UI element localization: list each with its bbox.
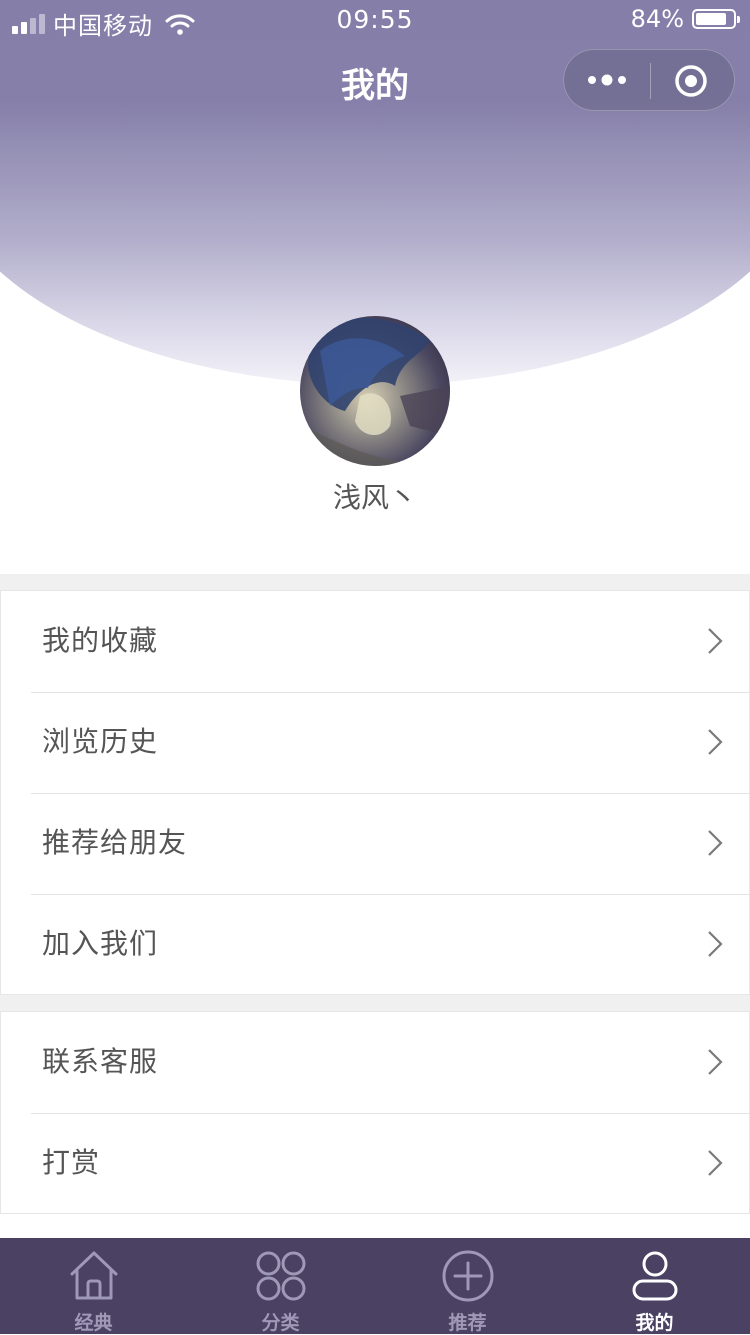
menu-item-label: 我的收藏	[42, 624, 159, 657]
target-circle-icon[interactable]	[674, 64, 708, 98]
menu-group-1: 我的收藏 浏览历史 推荐给朋友 加入我们	[0, 590, 750, 995]
menu-item-history[interactable]: 浏览历史	[1, 692, 749, 793]
menu-item-favorites[interactable]: 我的收藏	[1, 591, 749, 692]
menu-item-label: 加入我们	[42, 927, 159, 960]
menu-item-join-us[interactable]: 加入我们	[1, 894, 749, 995]
avatar-image	[300, 316, 450, 466]
tab-label: 我的	[635, 1312, 674, 1334]
tab-label: 经典	[74, 1312, 113, 1334]
grid-icon	[256, 1251, 305, 1301]
username: 浅风丶	[332, 481, 417, 514]
chevron-right-icon	[708, 1150, 723, 1176]
menu-item-label: 打赏	[42, 1146, 101, 1179]
menu-item-recommend-friend[interactable]: 推荐给朋友	[1, 793, 749, 894]
avatar[interactable]	[300, 316, 450, 466]
tab-recommend[interactable]: 推荐	[374, 1238, 561, 1334]
chevron-right-icon	[708, 729, 723, 755]
more-dots-icon[interactable]	[586, 69, 628, 91]
tab-label: 推荐	[448, 1312, 487, 1334]
battery-fill	[696, 13, 726, 25]
plus-circle-icon	[442, 1250, 493, 1302]
chevron-right-icon	[708, 628, 723, 654]
battery-icon	[692, 9, 740, 29]
menu-item-tip[interactable]: 打赏	[1, 1113, 749, 1214]
menu-item-label: 推荐给朋友	[42, 826, 188, 859]
tab-category[interactable]: 分类	[187, 1238, 374, 1334]
battery-cap	[737, 16, 740, 23]
user-icon	[632, 1251, 677, 1301]
menu-group-2: 联系客服 打赏	[0, 1011, 750, 1214]
tab-classic[interactable]: 经典	[0, 1238, 187, 1334]
chevron-right-icon	[708, 830, 723, 856]
section-divider	[0, 574, 750, 590]
tab-mine[interactable]: 我的	[561, 1238, 748, 1334]
chevron-right-icon	[708, 1049, 723, 1075]
tab-bar: 经典 分类 推荐 我的	[0, 1238, 750, 1334]
status-bar: 中国移动 09:55 84%	[0, 0, 750, 40]
menu-item-label: 联系客服	[42, 1045, 159, 1078]
mini-program-capsule	[563, 49, 735, 111]
status-right: 84%	[630, 5, 740, 33]
battery-percent: 84%	[630, 5, 684, 33]
tab-label: 分类	[261, 1312, 300, 1334]
capsule-divider	[650, 63, 651, 99]
section-divider	[0, 995, 750, 1011]
chevron-right-icon	[708, 931, 723, 957]
menu-item-customer-service[interactable]: 联系客服	[1, 1012, 749, 1113]
menu-item-label: 浏览历史	[42, 725, 159, 758]
home-icon	[70, 1251, 117, 1300]
